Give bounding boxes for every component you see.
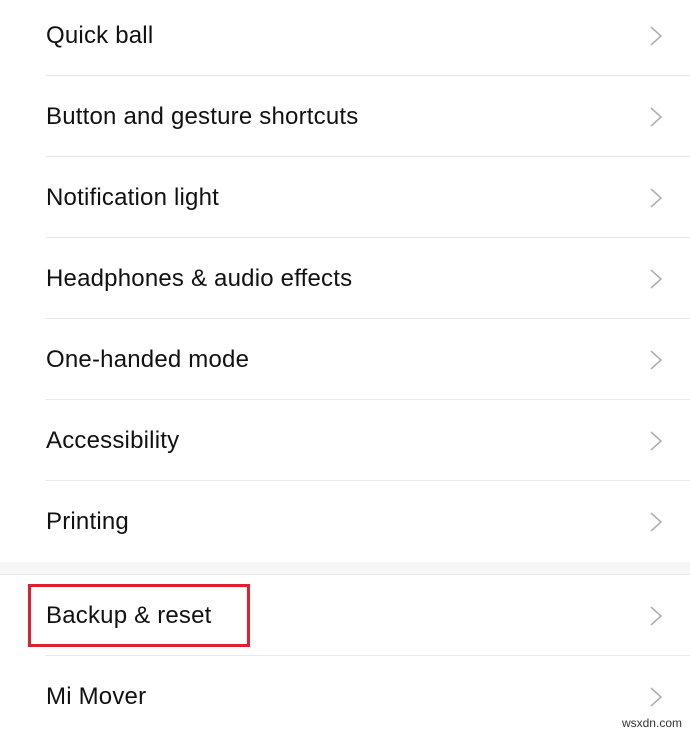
chevron-right-icon (650, 687, 663, 707)
settings-item-label: One-handed mode (46, 346, 250, 373)
highlight-box (28, 584, 250, 647)
chevron-right-icon (650, 107, 663, 127)
settings-item-label: Quick ball (46, 22, 154, 49)
chevron-right-icon (650, 512, 663, 532)
settings-item-label: Notification light (46, 184, 220, 211)
settings-item-label: Accessibility (46, 427, 180, 454)
settings-item-quick-ball[interactable]: Quick ball (0, 0, 690, 76)
settings-item-accessibility[interactable]: Accessibility (0, 400, 690, 481)
settings-item-label: Button and gesture shortcuts (46, 103, 359, 130)
group-separator (0, 562, 690, 575)
chevron-right-icon (650, 188, 663, 208)
watermark: wsxdn.com (621, 716, 682, 730)
chevron-right-icon (650, 269, 663, 289)
settings-item-label: Headphones & audio effects (46, 265, 353, 292)
chevron-right-icon (650, 431, 663, 451)
settings-item-mi-mover[interactable]: Mi Mover (0, 656, 690, 737)
settings-item-headphones-audio[interactable]: Headphones & audio effects (0, 238, 690, 319)
chevron-right-icon (650, 26, 663, 46)
settings-list-group-1: Quick ball Button and gesture shortcuts … (0, 0, 690, 562)
chevron-right-icon (650, 350, 663, 370)
chevron-right-icon (650, 606, 663, 626)
settings-item-notification-light[interactable]: Notification light (0, 157, 690, 238)
settings-item-label: Printing (46, 508, 129, 535)
settings-item-button-gesture-shortcuts[interactable]: Button and gesture shortcuts (0, 76, 690, 157)
settings-item-label: Mi Mover (46, 683, 147, 710)
settings-item-printing[interactable]: Printing (0, 481, 690, 562)
settings-item-one-handed-mode[interactable]: One-handed mode (0, 319, 690, 400)
